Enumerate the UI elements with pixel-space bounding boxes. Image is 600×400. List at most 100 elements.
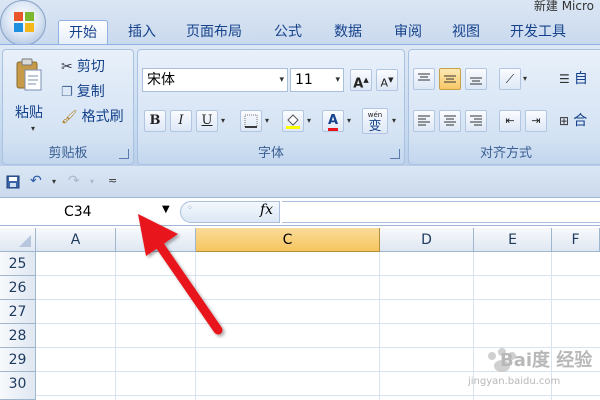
font-size-dropdown-icon[interactable]: ▾: [335, 69, 340, 91]
insert-function-icon[interactable]: fx: [260, 202, 273, 218]
font-name-select[interactable]: 宋体 ▾: [142, 68, 288, 92]
border-dropdown-icon[interactable]: ▾: [265, 116, 269, 125]
paste-label: 粘贴: [15, 105, 43, 121]
align-left-button[interactable]: [413, 110, 435, 132]
shrink-font-icon: A: [380, 76, 389, 90]
wrap-text-label: 自: [573, 71, 588, 87]
brush-icon: 🖌: [61, 110, 78, 125]
undo-dropdown-icon[interactable]: ▾: [52, 177, 56, 186]
ribbon: 粘贴 ▾ ✂ 剪切 ❐ 复制 🖌 格式刷 剪贴板 宋体 ▾ 11 ▾ A▲ A▼…: [0, 44, 600, 166]
align-bottom-button[interactable]: [465, 68, 487, 90]
font-color-icon: A: [327, 113, 339, 131]
align-top-icon: [418, 73, 430, 81]
tab-home[interactable]: 开始: [58, 20, 108, 45]
redo-dropdown-icon[interactable]: ▾: [90, 177, 94, 186]
merge-icon: ⊞: [559, 114, 570, 128]
office-logo-icon: [14, 12, 34, 32]
redo-icon[interactable]: ↷: [68, 173, 80, 189]
merge-center-button[interactable]: ⊞ 合: [559, 110, 587, 132]
fill-color-button[interactable]: [282, 110, 304, 132]
tab-formulas[interactable]: 公式: [264, 20, 312, 44]
increase-indent-button[interactable]: ⇥: [525, 110, 547, 132]
row-header-26[interactable]: 26: [0, 276, 36, 300]
shrink-font-button[interactable]: A▼: [376, 69, 398, 91]
align-middle-button[interactable]: [439, 68, 461, 90]
column-header-e[interactable]: E: [474, 228, 552, 252]
align-left-icon: [418, 115, 430, 126]
copy-button[interactable]: ❐ 复制: [61, 81, 105, 103]
underline-button[interactable]: U: [196, 110, 218, 132]
tab-view[interactable]: 视图: [442, 20, 490, 44]
align-right-button[interactable]: [465, 110, 487, 132]
customize-qat-icon[interactable]: ≂: [108, 174, 117, 187]
font-color-button[interactable]: A: [322, 110, 344, 132]
watermark-url: jingyan.baidu.com: [468, 376, 561, 387]
font-launcher-icon[interactable]: [390, 149, 400, 159]
fill-bucket-icon: [286, 114, 300, 129]
select-all-corner[interactable]: [0, 228, 36, 252]
orientation-icon: ⟋: [505, 72, 515, 86]
fill-color-dropdown-icon[interactable]: ▾: [307, 116, 311, 125]
format-painter-button[interactable]: 🖌 格式刷: [61, 106, 124, 128]
formula-bar: C34 ▼ ◦ fx: [0, 198, 600, 226]
undo-icon[interactable]: ↶: [30, 173, 42, 189]
bold-icon: B: [149, 113, 161, 128]
cut-button[interactable]: ✂ 剪切: [61, 56, 105, 78]
decrease-indent-button[interactable]: ⇤: [499, 110, 521, 132]
font-size-select[interactable]: 11 ▾: [290, 68, 344, 92]
align-center-icon: [444, 115, 456, 126]
row-header-28[interactable]: 28: [0, 324, 36, 348]
row-header-25[interactable]: 25: [0, 252, 36, 276]
clipboard-launcher-icon[interactable]: [119, 149, 129, 159]
align-top-button[interactable]: [413, 68, 435, 90]
column-header-d[interactable]: D: [380, 228, 474, 252]
wrap-text-button[interactable]: ☰ 自: [559, 68, 588, 90]
border-button[interactable]: [240, 110, 262, 132]
phonetic-button[interactable]: wén 变: [362, 108, 388, 134]
row-header-29[interactable]: 29: [0, 348, 36, 372]
underline-dropdown-icon[interactable]: ▾: [221, 116, 225, 125]
paste-button[interactable]: 粘贴 ▾: [9, 56, 49, 136]
cut-label: 剪切: [76, 59, 105, 75]
paste-dropdown-icon[interactable]: ▾: [31, 124, 35, 133]
paste-icon: [16, 58, 42, 91]
phonetic-dropdown-icon[interactable]: ▾: [392, 116, 396, 125]
font-name-dropdown-icon[interactable]: ▾: [279, 69, 284, 91]
font-group: 宋体 ▾ 11 ▾ A▲ A▼ B I U ▾ ▾ ▾ A ▾ wén 变 ▾ …: [137, 49, 405, 165]
merge-label: 合: [573, 113, 588, 129]
copy-label: 复制: [76, 84, 105, 100]
clipboard-group-label: 剪贴板: [48, 146, 88, 161]
border-icon: [244, 114, 258, 128]
italic-button[interactable]: I: [170, 110, 192, 132]
select-all-icon: [19, 235, 31, 247]
tab-insert[interactable]: 插入: [118, 20, 166, 44]
alignment-group: ⟋ ▾ ☰ 自 ⇤ ⇥ ⊞ 合 对齐方式: [408, 49, 600, 165]
row-header-27[interactable]: 27: [0, 300, 36, 324]
font-color-dropdown-icon[interactable]: ▾: [347, 116, 351, 125]
formula-input[interactable]: [282, 201, 600, 223]
quick-access-toolbar: ↶ ▾ ↷ ▾ ≂: [0, 166, 600, 198]
align-bottom-icon: [470, 77, 482, 85]
phonetic-icon: 变: [368, 119, 382, 134]
tab-page-layout[interactable]: 页面布局: [176, 20, 252, 44]
bold-button[interactable]: B: [144, 110, 166, 132]
align-middle-icon: [444, 75, 456, 83]
align-center-button[interactable]: [439, 110, 461, 132]
font-group-label: 字体: [257, 146, 284, 161]
save-icon[interactable]: [6, 175, 20, 193]
column-header-f[interactable]: F: [552, 228, 600, 252]
grow-font-button[interactable]: A▲: [350, 69, 372, 91]
orientation-dropdown-icon[interactable]: ▾: [523, 74, 527, 83]
orientation-button[interactable]: ⟋: [499, 68, 521, 90]
increase-indent-icon: ⇥: [531, 114, 541, 127]
align-right-icon: [470, 115, 482, 126]
tab-review[interactable]: 审阅: [384, 20, 432, 44]
clipboard-group: 粘贴 ▾ ✂ 剪切 ❐ 复制 🖌 格式刷 剪贴板: [2, 49, 134, 165]
scissors-icon: ✂: [61, 59, 73, 75]
office-button[interactable]: [0, 0, 46, 46]
row-header-30[interactable]: 30: [0, 372, 36, 400]
column-header-a[interactable]: A: [36, 228, 116, 252]
font-size-value: 11: [295, 72, 313, 88]
tab-developer[interactable]: 开发工具: [500, 20, 576, 44]
tab-data[interactable]: 数据: [324, 20, 372, 44]
